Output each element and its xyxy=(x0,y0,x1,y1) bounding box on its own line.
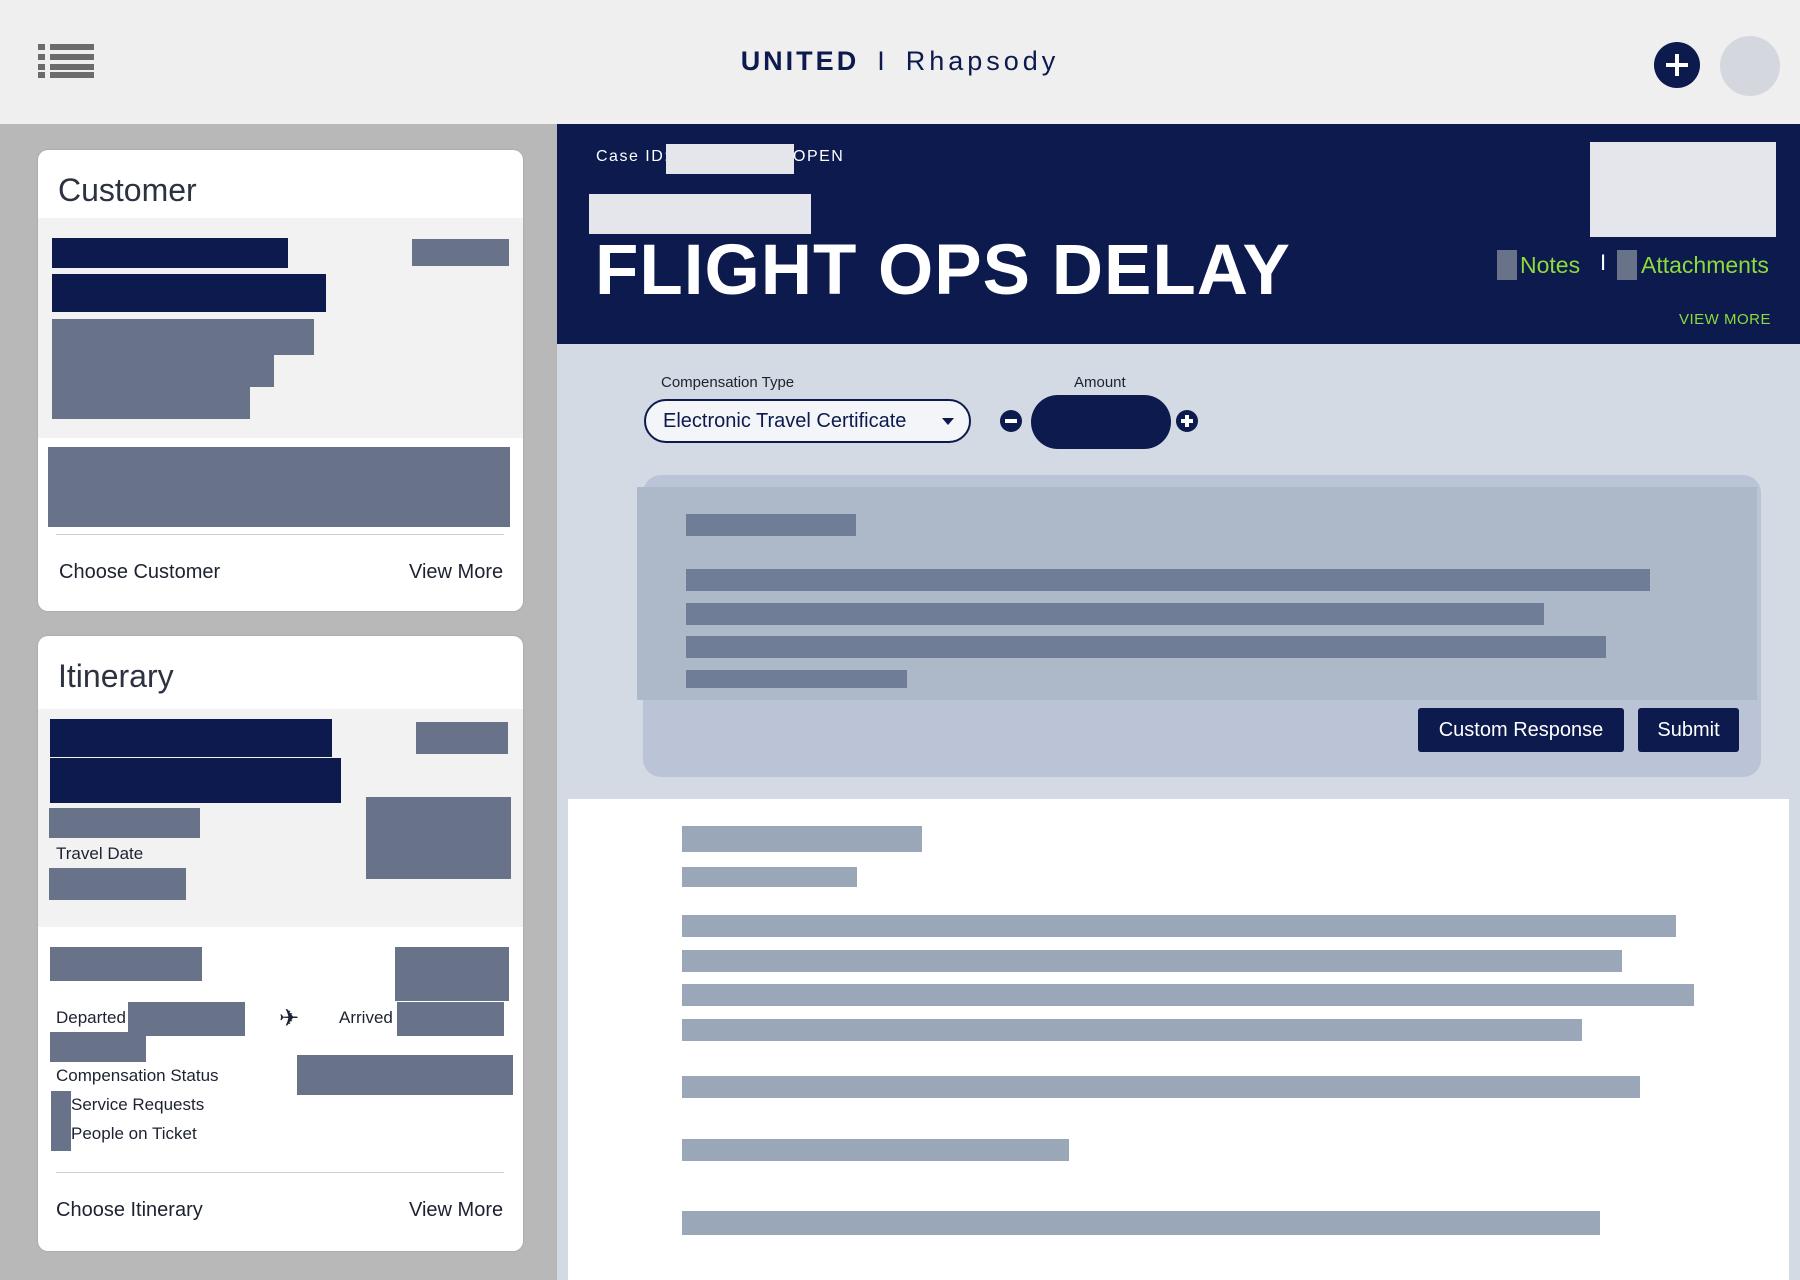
redacted-text xyxy=(686,569,1650,591)
add-new-button[interactable] xyxy=(1654,42,1700,88)
redacted-field xyxy=(48,447,510,527)
case-view-more-link[interactable]: VIEW MORE xyxy=(1679,311,1771,328)
response-text-area[interactable] xyxy=(637,487,1757,700)
customer-card: Customer Choose Customer View More xyxy=(38,150,523,611)
people-on-ticket-label: People on Ticket xyxy=(71,1124,197,1143)
redacted-field xyxy=(50,719,332,757)
departed-label: Departed xyxy=(56,1008,126,1027)
redacted-text xyxy=(682,1076,1640,1098)
submit-button[interactable]: Submit xyxy=(1638,708,1739,752)
divider xyxy=(56,1172,504,1173)
redacted-text xyxy=(686,603,1544,625)
redacted-field xyxy=(52,319,314,355)
redacted-field xyxy=(1590,142,1776,237)
redacted-field xyxy=(128,1002,245,1036)
redacted-field xyxy=(52,274,326,312)
attachments-link[interactable]: Attachments xyxy=(1641,252,1769,279)
redacted-text xyxy=(682,826,922,852)
redacted-field xyxy=(297,1055,513,1095)
brand-secondary: Rhapsody xyxy=(905,46,1060,76)
redacted-field xyxy=(412,239,509,266)
airplane-icon: ✈ xyxy=(279,1005,300,1032)
service-requests-label: Service Requests xyxy=(71,1095,205,1114)
redacted-text xyxy=(682,867,857,887)
redacted-field xyxy=(49,808,200,838)
customer-card-title: Customer xyxy=(58,172,197,208)
customer-view-more-link[interactable]: View More xyxy=(409,561,503,584)
attachments-icon xyxy=(1617,250,1637,280)
amount-label: Amount xyxy=(1074,374,1126,391)
redacted-field xyxy=(52,355,274,387)
brand-separator: I xyxy=(877,46,888,76)
chevron-down-icon xyxy=(942,418,954,425)
redacted-text xyxy=(686,514,856,536)
redacted-text xyxy=(682,1019,1582,1041)
redacted-text xyxy=(682,915,1676,937)
redacted-field xyxy=(50,758,341,803)
increase-amount-icon[interactable] xyxy=(1176,410,1198,432)
case-id-label: Case ID: xyxy=(596,148,671,165)
choose-itinerary-link[interactable]: Choose Itinerary xyxy=(56,1199,203,1222)
custom-response-button[interactable]: Custom Response xyxy=(1418,708,1624,752)
arrived-label: Arrived xyxy=(339,1008,393,1027)
redacted-field xyxy=(366,797,511,879)
redacted-field xyxy=(416,722,508,754)
compensation-area: Compensation Type Electronic Travel Cert… xyxy=(557,344,1800,1280)
app-brand: UNITED I Rhapsody xyxy=(0,46,1800,77)
itinerary-card-title: Itinerary xyxy=(58,658,174,694)
decrease-amount-icon[interactable] xyxy=(1000,410,1022,432)
itinerary-view-more-link[interactable]: View More xyxy=(409,1199,503,1222)
redacted-text xyxy=(682,1139,1069,1161)
top-bar: UNITED I Rhapsody xyxy=(0,0,1800,124)
compensation-type-select[interactable]: Electronic Travel Certificate xyxy=(644,399,971,443)
redacted-text xyxy=(682,950,1622,972)
redacted-text xyxy=(682,1211,1600,1235)
redacted-text xyxy=(686,636,1606,658)
compensation-status-label: Compensation Status xyxy=(56,1066,219,1085)
redacted-text xyxy=(682,984,1694,1006)
redacted-field xyxy=(397,1002,504,1036)
notes-icon xyxy=(1497,250,1517,280)
redacted-field xyxy=(49,868,186,900)
redacted-text xyxy=(686,670,907,688)
redacted-field xyxy=(52,387,250,419)
notes-link[interactable]: Notes xyxy=(1520,252,1580,279)
redacted-field xyxy=(52,238,288,268)
itinerary-card: Itinerary Travel Date Departed ✈ Arrived… xyxy=(38,636,523,1251)
travel-date-label: Travel Date xyxy=(56,844,144,863)
redacted-field xyxy=(50,1032,146,1062)
choose-customer-link[interactable]: Choose Customer xyxy=(59,561,220,584)
brand-primary: UNITED xyxy=(740,46,860,76)
case-header: Case ID: OPEN FLIGHT OPS DELAY Notes I A… xyxy=(557,124,1800,344)
redacted-field xyxy=(51,1091,71,1151)
redacted-field xyxy=(395,947,509,1001)
response-box: Custom Response Submit xyxy=(637,475,1761,777)
redacted-field xyxy=(50,947,202,981)
case-document xyxy=(568,799,1789,1280)
redacted-case-id xyxy=(666,144,794,174)
compensation-type-label: Compensation Type xyxy=(661,374,795,391)
link-separator: I xyxy=(1600,250,1607,275)
case-status: OPEN xyxy=(793,148,845,165)
amount-input[interactable] xyxy=(1031,395,1171,449)
redacted-field xyxy=(589,194,811,234)
divider xyxy=(56,534,504,535)
compensation-type-value: Electronic Travel Certificate xyxy=(663,410,907,432)
case-title: FLIGHT OPS DELAY xyxy=(595,231,1291,310)
user-avatar[interactable] xyxy=(1720,36,1780,96)
